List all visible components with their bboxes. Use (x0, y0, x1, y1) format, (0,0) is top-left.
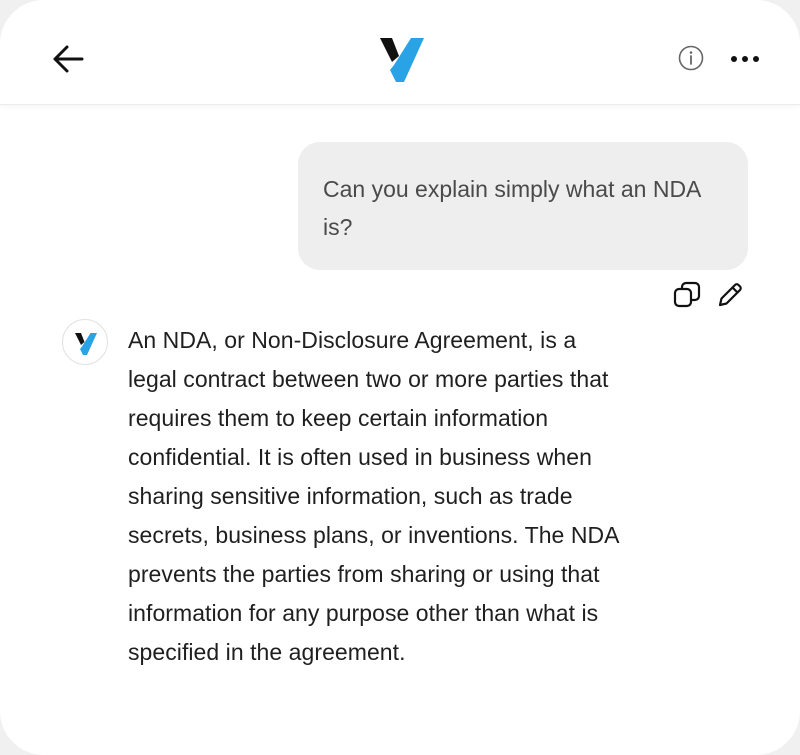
edit-button[interactable] (716, 281, 744, 309)
user-message-actions (672, 280, 752, 310)
info-circle-icon (678, 45, 704, 71)
user-message-text: Can you explain simply what an NDA is? (323, 176, 701, 240)
app-logo (378, 34, 426, 82)
v-logo-icon (380, 38, 424, 82)
copy-button[interactable] (672, 280, 702, 310)
more-horizontal-icon (731, 56, 759, 62)
back-button[interactable] (50, 42, 86, 76)
top-bar (0, 0, 800, 105)
more-options-button[interactable] (730, 52, 760, 64)
info-button[interactable] (678, 45, 704, 71)
user-message-bubble: Can you explain simply what an NDA is? (298, 142, 748, 270)
copy-icon (673, 281, 701, 308)
pencil-icon (718, 283, 742, 307)
assistant-message-text: An NDA, or Non-Disclosure Agreement, is … (128, 327, 619, 665)
v-logo-icon (75, 333, 97, 355)
assistant-avatar (62, 319, 108, 365)
chat-window: Can you explain simply what an NDA is? A… (0, 0, 800, 755)
arrow-left-icon (53, 45, 84, 73)
